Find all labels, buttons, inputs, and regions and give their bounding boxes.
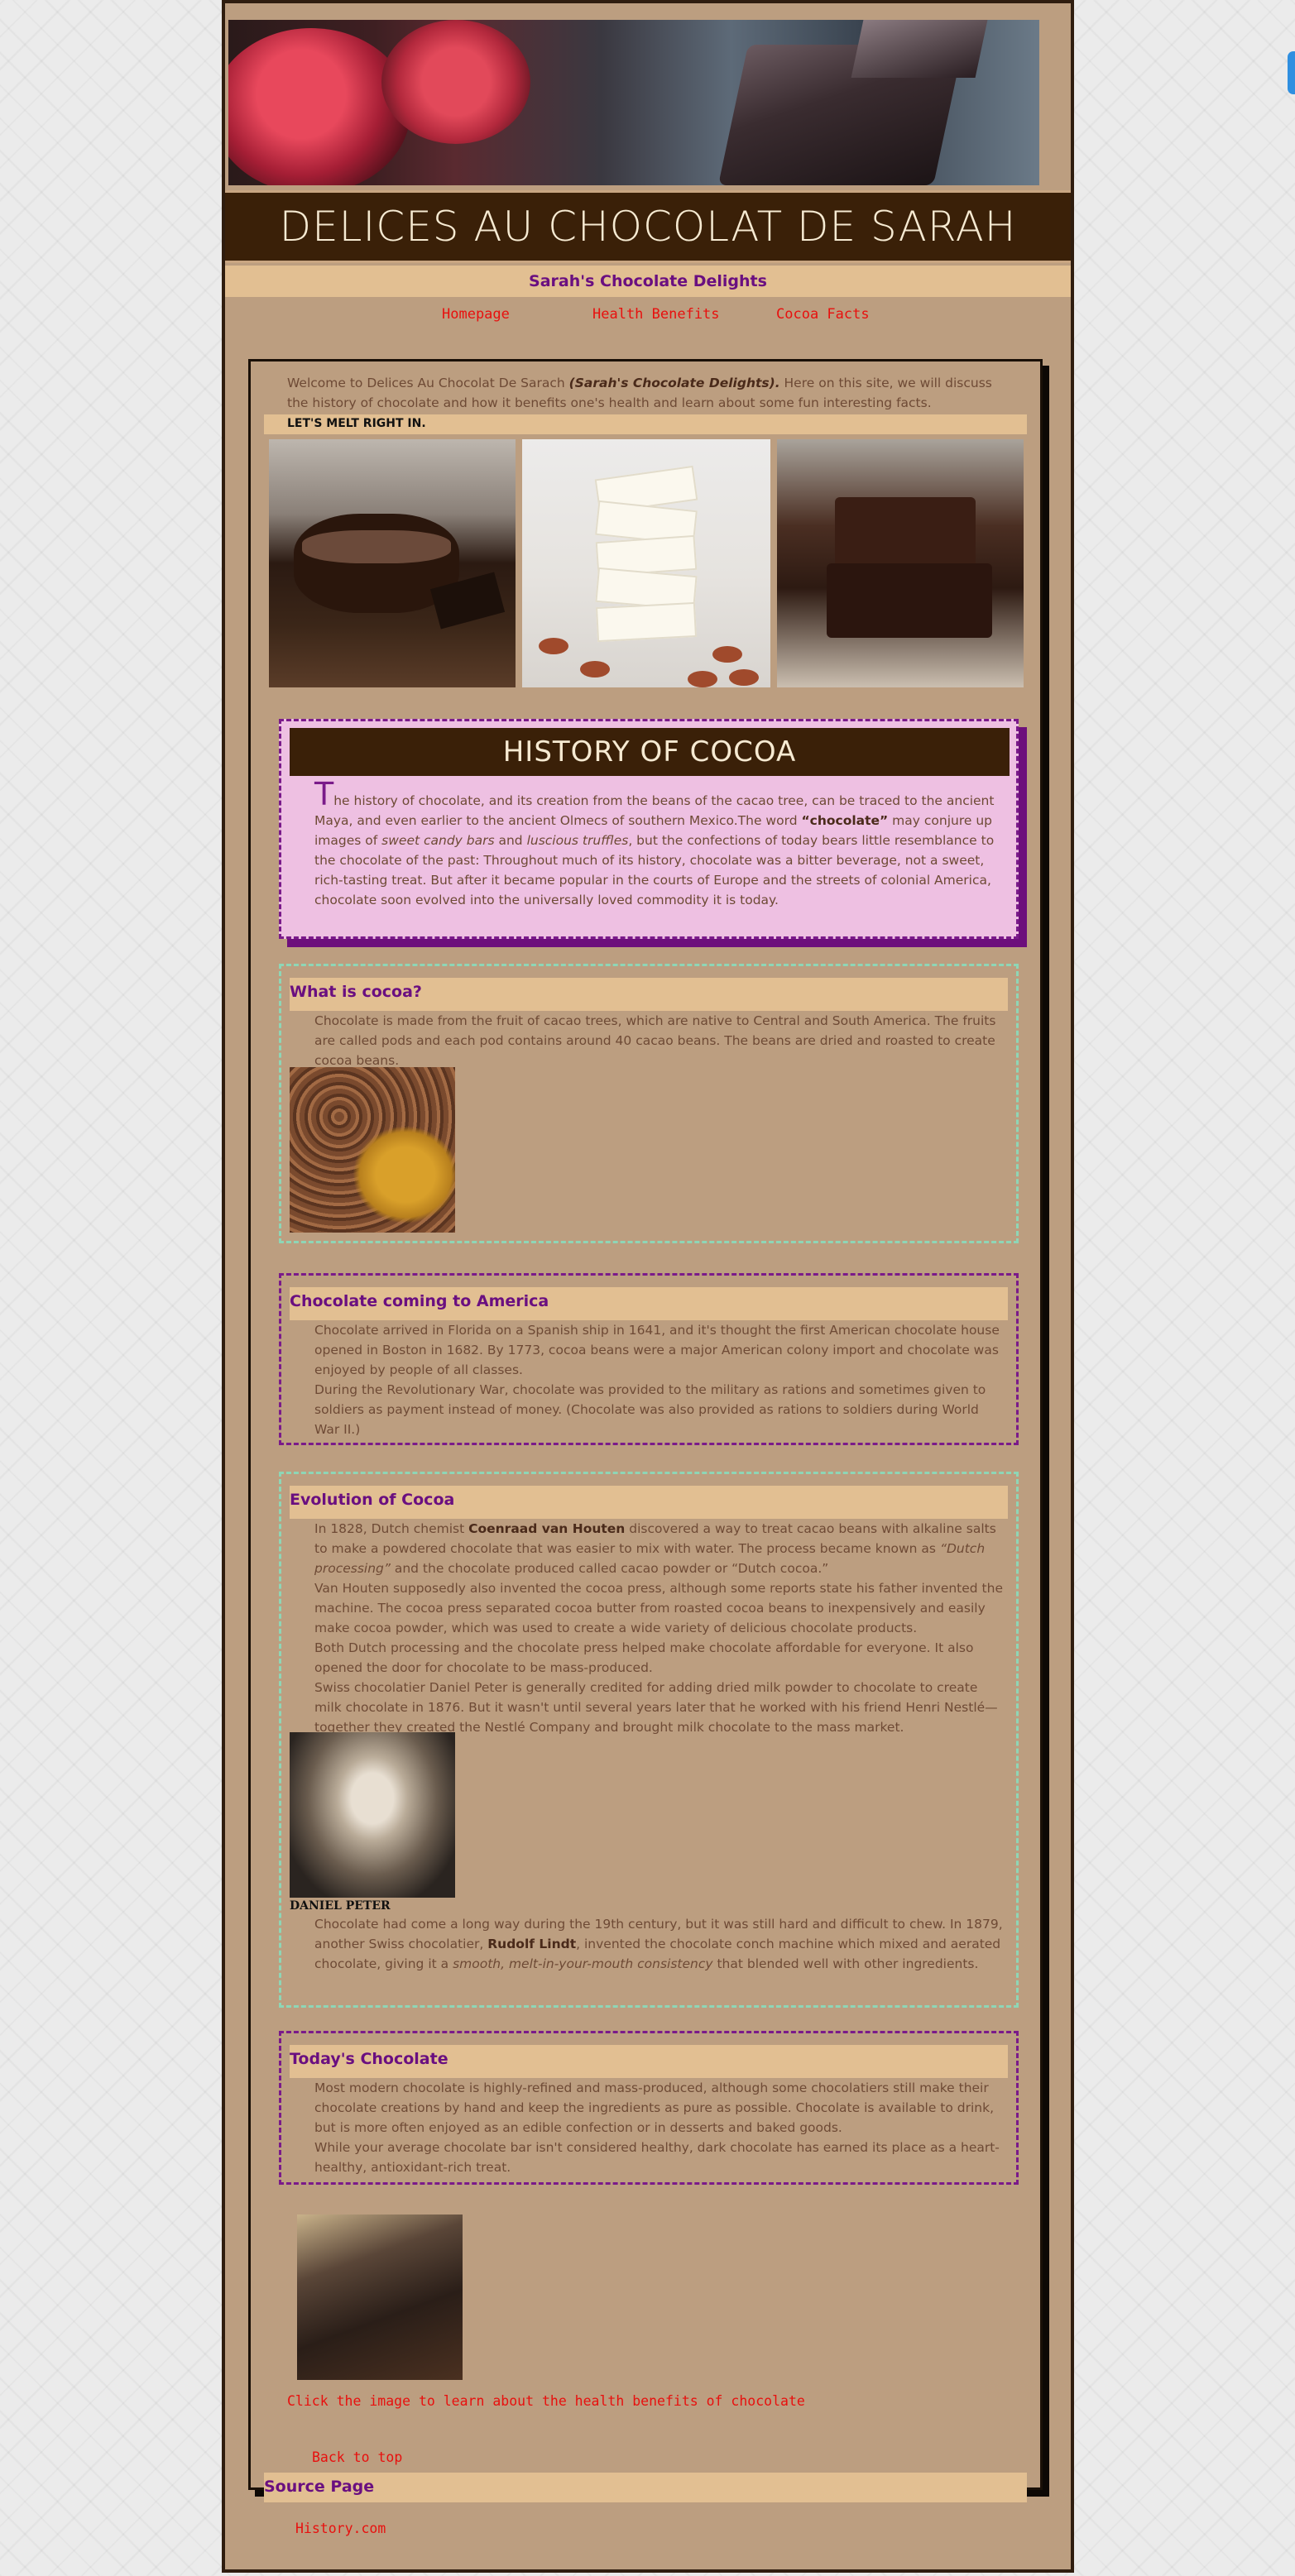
chocolate-bar-image-link[interactable] bbox=[297, 2214, 463, 2380]
section-title: Today's Chocolate bbox=[290, 2050, 448, 2068]
nav-link-homepage[interactable]: Homepage bbox=[442, 306, 510, 323]
section-text: Chocolate arrived in Florida on a Spanis… bbox=[314, 1323, 1000, 1437]
source-band: Source Page bbox=[264, 2473, 1027, 2502]
section-text: Chocolate is made from the fruit of caca… bbox=[314, 1013, 996, 1068]
daniel-peter-portrait bbox=[290, 1732, 455, 1898]
back-to-top-link[interactable]: Back to top bbox=[312, 2449, 402, 2465]
history-text: The history of chocolate, and its creati… bbox=[314, 776, 995, 907]
todays-chocolate-section: Today's Chocolate Most modern chocolate … bbox=[279, 2031, 1019, 2185]
melt-heading: LET'S MELT RIGHT IN. bbox=[287, 417, 426, 430]
content-box: Welcome to Delices Au Chocolat De Sarach… bbox=[248, 359, 1043, 2536]
chocolate-shape bbox=[851, 20, 988, 78]
history-title: HISTORY OF COCOA bbox=[502, 735, 797, 768]
drop-cap: T bbox=[314, 776, 334, 812]
page-wrapper: DELICES AU CHOCOLAT DE SARAH Sarah's Cho… bbox=[222, 0, 1074, 2573]
cocoa-pod-image bbox=[290, 1067, 455, 1233]
main-nav: Homepage Health Benefits Cocoa Facts bbox=[225, 303, 1071, 328]
raspberry-shape bbox=[381, 20, 530, 144]
chocolate-cake-photo bbox=[269, 439, 516, 687]
section-text: Chocolate had come a long way during the… bbox=[314, 1917, 1003, 1971]
intro-text: Welcome to Delices Au Chocolat De Sarach… bbox=[287, 376, 992, 410]
section-heading-bar: Evolution of Cocoa bbox=[290, 1486, 1008, 1519]
header-banner-image bbox=[228, 20, 1039, 185]
subtitle-bar: Sarah's Chocolate Delights bbox=[225, 266, 1071, 297]
raspberry-shape bbox=[228, 28, 410, 185]
section-heading-bar: Today's Chocolate bbox=[290, 2045, 1008, 2078]
health-benefits-link[interactable]: Click the image to learn about the healt… bbox=[287, 2393, 805, 2409]
history-com-link[interactable]: History.com bbox=[295, 2521, 386, 2536]
site-subtitle: Sarah's Chocolate Delights bbox=[529, 272, 767, 290]
portrait-caption: DANIEL PETER bbox=[290, 1899, 391, 1913]
section-title: What is cocoa? bbox=[290, 983, 422, 1001]
section-title: Evolution of Cocoa bbox=[290, 1491, 455, 1509]
white-chocolate-photo bbox=[522, 439, 770, 687]
site-title-bar: DELICES AU CHOCOLAT DE SARAH bbox=[225, 190, 1071, 263]
what-is-cocoa-section: What is cocoa? Chocolate is made from th… bbox=[279, 964, 1019, 1243]
source-title: Source Page bbox=[264, 2478, 375, 2496]
section-heading-bar: What is cocoa? bbox=[290, 978, 1008, 1011]
evolution-section: Evolution of Cocoa In 1828, Dutch chemis… bbox=[279, 1472, 1019, 2008]
nav-link-cocoa-facts[interactable]: Cocoa Facts bbox=[776, 306, 870, 323]
history-section: HISTORY OF COCOA The history of chocolat… bbox=[279, 719, 1019, 939]
nav-link-health-benefits[interactable]: Health Benefits bbox=[592, 306, 720, 323]
site-title: DELICES AU CHOCOLAT DE SARAH bbox=[279, 203, 1017, 251]
america-section: Chocolate coming to America Chocolate ar… bbox=[279, 1273, 1019, 1445]
section-text: Most modern chocolate is highly-refined … bbox=[314, 2080, 1000, 2175]
section-text: In 1828, Dutch chemist Coenraad van Hout… bbox=[314, 1521, 1003, 1735]
section-heading-bar: Chocolate coming to America bbox=[290, 1287, 1008, 1320]
scrollbar-tab[interactable] bbox=[1288, 51, 1295, 94]
history-heading-bar: HISTORY OF COCOA bbox=[290, 728, 1010, 776]
brownie-photo bbox=[777, 439, 1024, 687]
section-title: Chocolate coming to America bbox=[290, 1292, 549, 1310]
melt-band: LET'S MELT RIGHT IN. bbox=[264, 414, 1027, 434]
